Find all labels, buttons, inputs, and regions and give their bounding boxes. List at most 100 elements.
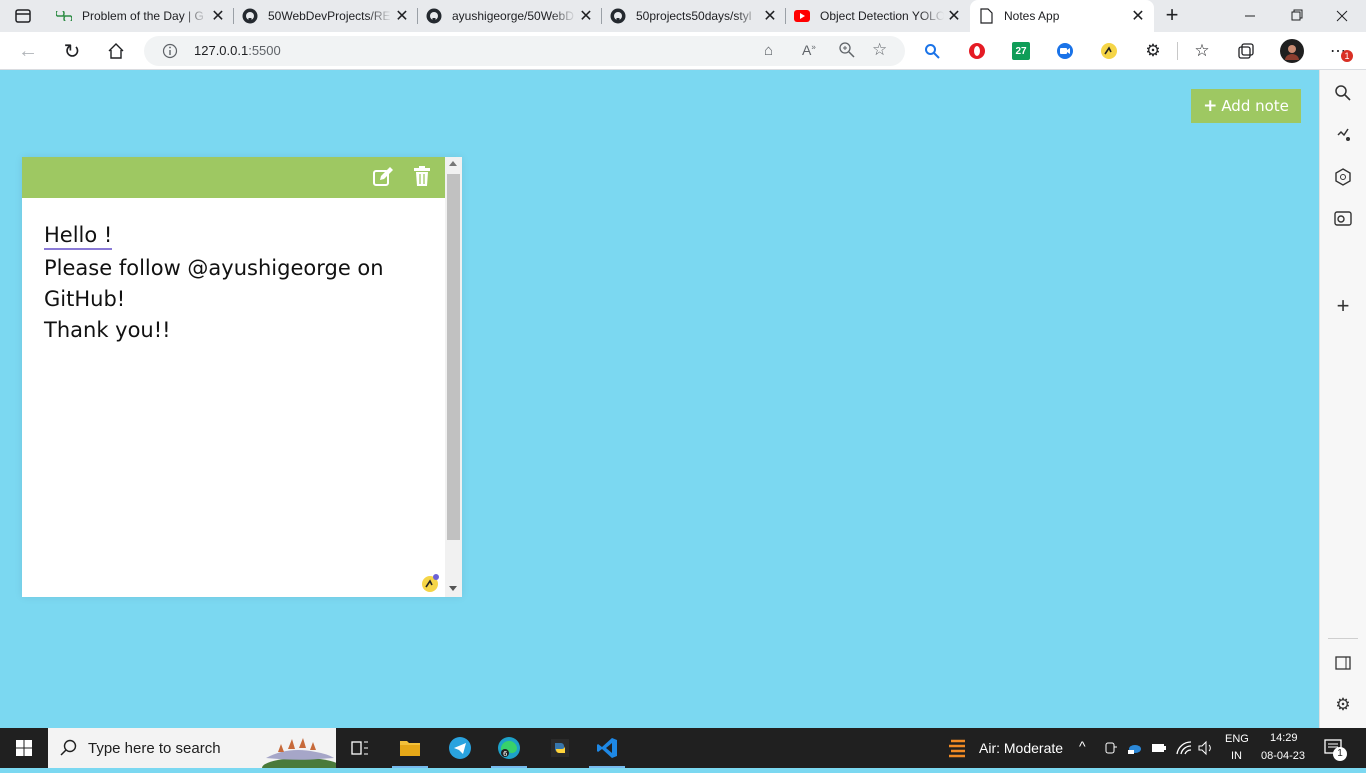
site-info-icon[interactable]	[162, 43, 178, 59]
edge-sidebar: + ⚙	[1319, 70, 1366, 728]
start-windows-icon[interactable]	[12, 736, 36, 760]
note-scrollbar[interactable]	[445, 157, 462, 597]
sidebar-add-icon[interactable]: +	[1332, 293, 1354, 318]
collections-icon[interactable]	[1234, 39, 1258, 63]
clock-date[interactable]: 08-04-23	[1261, 750, 1305, 762]
weather-status[interactable]: Air: Moderate	[979, 740, 1063, 756]
restore-icon[interactable]	[1286, 8, 1306, 24]
windows-taskbar: Type here to search 6 Air: Moderate ^ EN…	[0, 728, 1366, 773]
page-icon	[978, 8, 994, 24]
note-header	[22, 157, 445, 198]
tab-object-detection[interactable]: Object Detection YOLO ✕	[786, 0, 970, 32]
sidebar-search-icon[interactable]	[1332, 82, 1354, 104]
tab-title: 50projects50days/styl	[636, 9, 752, 23]
svg-text:6: 6	[503, 750, 508, 758]
task-view-icon[interactable]	[348, 736, 372, 760]
tab-title: Problem of the Day | G	[82, 9, 204, 23]
browser-toolbar: ← ↻ 127.0.0.1:5500 ⌂ A» ☆ 27 ⚙ ☆ ⋯ 1	[0, 32, 1366, 70]
meet-now-icon[interactable]	[1104, 741, 1118, 755]
back-icon[interactable]: ←	[16, 39, 40, 63]
video-extension-icon[interactable]	[1053, 39, 1077, 63]
note-card: Hello ! Please follow @ayushigeorge on G…	[22, 157, 462, 597]
telegram-icon[interactable]	[448, 736, 472, 760]
geeksforgeeks-icon	[56, 8, 72, 24]
close-tab-icon[interactable]: ✕	[392, 6, 412, 26]
home-icon[interactable]	[104, 39, 128, 63]
tab-ayushigeorge-repo[interactable]: ayushigeorge/50WebD ✕	[418, 0, 602, 32]
sidebar-outlook-icon[interactable]	[1332, 207, 1354, 229]
note-textarea[interactable]: Hello ! Please follow @ayushigeorge on G…	[44, 220, 424, 346]
wifi-icon[interactable]	[1176, 740, 1192, 756]
address-bar[interactable]: 127.0.0.1:5500 ⌂ A» ☆	[144, 36, 905, 66]
tab-50projects50days[interactable]: 50projects50days/styl ✕	[602, 0, 786, 32]
calendar-badge: 27	[1012, 42, 1030, 60]
close-tab-icon[interactable]: ✕	[208, 6, 228, 26]
favorites-icon[interactable]: ☆	[1190, 39, 1214, 63]
input-language[interactable]: ENG	[1225, 733, 1249, 745]
close-tab-icon[interactable]: ✕	[1128, 6, 1148, 26]
github-icon	[426, 8, 442, 24]
sidebar-settings-icon[interactable]: ⚙	[1332, 694, 1354, 716]
tab-notes-app[interactable]: Notes App ✕	[970, 0, 1154, 32]
scrollbar-thumb[interactable]	[447, 174, 460, 540]
url-port: :5500	[248, 43, 281, 58]
sidebar-shopping-icon[interactable]	[1332, 166, 1354, 188]
add-note-button[interactable]: + Add note	[1191, 89, 1301, 123]
note-line: Thank you!!	[44, 318, 171, 342]
note-line: GitHub!	[44, 287, 126, 311]
read-aloud-icon[interactable]: A»	[802, 42, 816, 58]
vscode-icon[interactable]	[589, 736, 625, 768]
edge-browser-icon[interactable]: 6	[491, 736, 527, 768]
tab-actions-icon[interactable]	[14, 7, 32, 25]
action-center-badge: 1	[1333, 747, 1347, 761]
opera-extension-icon[interactable]	[965, 39, 989, 63]
search-placeholder: Type here to search	[88, 740, 221, 757]
sidebar-discover-icon[interactable]	[1332, 123, 1354, 145]
scroll-down-arrow-icon[interactable]	[449, 586, 457, 591]
calendar-extension-icon[interactable]: 27	[1009, 39, 1033, 63]
tab-50webdevprojects[interactable]: 50WebDevProjects/RE ✕	[234, 0, 418, 32]
refresh-icon[interactable]: ↻	[60, 39, 84, 63]
tab-problem-of-day[interactable]: Problem of the Day | G ✕	[48, 0, 234, 32]
close-window-icon[interactable]	[1332, 8, 1352, 24]
taskbar-search-box[interactable]: Type here to search	[48, 728, 342, 773]
github-icon	[610, 8, 626, 24]
tab-strip: Problem of the Day | G ✕ 50WebDevProject…	[0, 0, 1366, 32]
add-favorite-icon[interactable]: ☆	[872, 40, 887, 60]
grammar-extension-icon[interactable]	[420, 573, 440, 593]
file-explorer-icon[interactable]	[392, 736, 428, 768]
new-tab-plus-icon[interactable]: +	[1161, 4, 1183, 27]
note-line: Hello !	[44, 222, 113, 250]
tab-title: ayushigeorge/50WebD	[452, 9, 574, 23]
onedrive-icon[interactable]	[1126, 741, 1142, 755]
python-icon[interactable]	[548, 736, 572, 760]
url-host: 127.0.0.1	[194, 43, 249, 58]
tab-title: Object Detection YOLO	[820, 9, 944, 23]
volume-icon[interactable]	[1198, 740, 1214, 756]
close-tab-icon[interactable]: ✕	[576, 6, 596, 26]
input-region[interactable]: IN	[1231, 750, 1242, 762]
tampermonkey-extension-icon[interactable]	[1097, 39, 1121, 63]
divider	[1328, 638, 1358, 639]
note-line: Please follow @ayushigeorge on	[44, 256, 384, 280]
url-text: 127.0.0.1:5500	[194, 43, 281, 58]
show-hidden-icons-icon[interactable]: ^	[1079, 738, 1086, 754]
sidebar-hide-icon[interactable]	[1332, 652, 1354, 674]
tag-icon[interactable]: ⌂	[764, 42, 773, 59]
tab-title: Notes App	[1004, 9, 1060, 23]
search-extension-icon[interactable]	[920, 39, 944, 63]
edit-icon[interactable]	[372, 166, 394, 188]
battery-icon[interactable]	[1151, 741, 1167, 755]
profile-avatar[interactable]	[1280, 39, 1304, 63]
minimize-icon[interactable]	[1240, 8, 1260, 24]
zoom-icon[interactable]	[838, 41, 856, 64]
plus-icon: +	[1203, 96, 1218, 116]
add-note-label: Add note	[1221, 97, 1289, 115]
search-icon	[60, 739, 78, 757]
extensions-icon[interactable]: ⚙	[1141, 39, 1165, 63]
close-tab-icon[interactable]: ✕	[944, 6, 964, 26]
scroll-up-arrow-icon[interactable]	[449, 161, 457, 166]
delete-icon[interactable]	[412, 165, 432, 187]
clock-time[interactable]: 14:29	[1270, 732, 1298, 744]
close-tab-icon[interactable]: ✕	[760, 6, 780, 26]
